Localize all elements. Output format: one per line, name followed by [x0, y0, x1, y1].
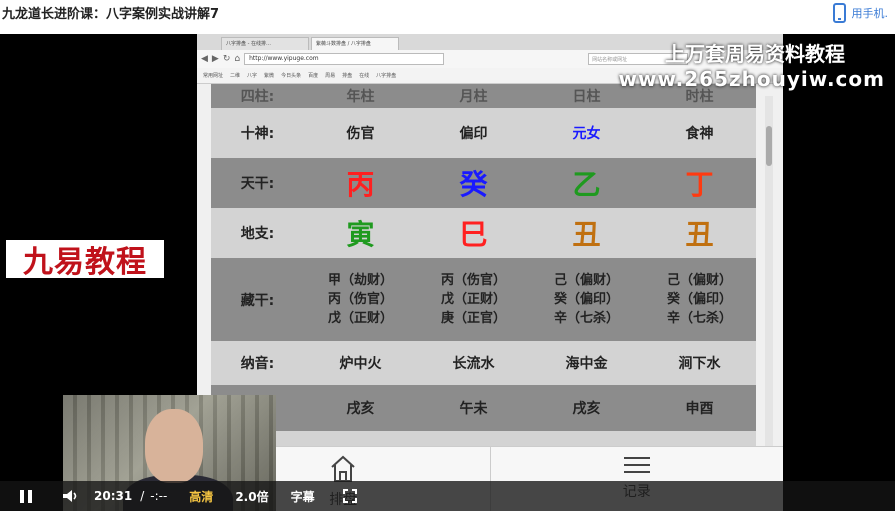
watermark-line1: 上万套周易资料教程 [665, 42, 845, 66]
xunkong-row: 戌亥 午未 戌亥 申酉 [211, 385, 756, 431]
nayin-cell: 海中金 [565, 356, 608, 372]
bookmark: 常用网址 [203, 73, 224, 79]
quality-button[interactable]: 高清 [189, 488, 213, 505]
canggan-cell: 己（偏财） 癸（偏印） 辛（七杀） [530, 271, 643, 328]
tiangan-cell: 乙 [572, 168, 601, 201]
bookmark: 紫微 [264, 73, 275, 79]
dizhi-cell: 巳 [459, 218, 488, 251]
forward-arrow-icon: ▶ [211, 54, 219, 64]
bookmark: 周易 [325, 73, 336, 79]
canggan-row: 藏干: 甲（劫财） 丙（伤官） 戊（正财） 丙（伤官） 戊（正财） 庚（正官） … [211, 258, 756, 341]
row-label: 纳音: [240, 356, 275, 372]
mobile-link-label: 用手机. [851, 7, 889, 20]
recorded-screen: 八字排盘 - 在线排… 紫薇斗数排盘 / 八字排盘 ◀ ▶ ↻ ⌂ http:/… [197, 34, 783, 511]
nayin-cell: 炉中火 [339, 356, 382, 372]
current-time: 20:31 [94, 489, 133, 503]
nayin-row: 纳音: 炉中火 长流水 海中金 涧下水 [211, 341, 756, 385]
fullscreen-icon[interactable] [342, 489, 357, 503]
bookmark: 百度 [308, 73, 319, 79]
logo-badge: 九易教程 [6, 240, 164, 280]
nayin-cell: 长流水 [452, 356, 495, 372]
scroll-thumb [766, 126, 772, 166]
pillar-month: 月柱 [459, 89, 488, 105]
shishen-cell: 伤官 [346, 126, 375, 142]
row-label: 十神: [240, 126, 275, 142]
bookmark: 八字排盘 [376, 73, 397, 79]
bookmark: 排盘 [342, 73, 353, 79]
dizhi-cell: 丑 [685, 218, 714, 251]
canggan-item: 丙（伤官） [440, 273, 506, 288]
canggan-item: 庚（正官） [440, 311, 506, 326]
top-bar: 九龙道长进阶课：八字案例实战讲解7 用手机. [0, 0, 895, 34]
row-label: 藏干: [240, 292, 275, 309]
page-scrollbar [765, 96, 773, 456]
speed-button[interactable]: 2.0倍 [235, 488, 268, 505]
canggan-item: 己（偏财） [553, 273, 619, 288]
bookmark: 八字 [247, 73, 258, 79]
canggan-item: 癸（偏印） [553, 292, 619, 307]
canggan-item: 戊（正财） [440, 292, 506, 307]
logo-text: 九易教程 [23, 245, 147, 280]
canggan-item: 辛（七杀） [553, 311, 619, 326]
bookmark: 今日头条 [281, 73, 302, 79]
browser-tab-active: 紫薇斗数排盘 / 八字排盘 [311, 37, 399, 50]
watermark-line2: www.265zhouyiw.com [618, 67, 885, 91]
canggan-item: 癸（偏印） [666, 292, 732, 307]
address-bar: http://www.yipuge.com [244, 53, 445, 65]
row-label: 地支: [240, 226, 275, 242]
tiangan-cell: 丁 [685, 168, 714, 201]
tiangan-cell: 丙 [346, 168, 375, 201]
presenter-head [145, 409, 203, 483]
dizhi-cell: 寅 [346, 218, 375, 251]
canggan-cell: 己（偏财） 癸（偏印） 辛（七杀） [643, 271, 756, 328]
home-small-icon: ⌂ [234, 54, 241, 64]
volume-icon[interactable] [62, 489, 80, 503]
player-controls: 20:31 / -:-- 高清 2.0倍 字幕 [0, 481, 895, 511]
pause-icon[interactable] [20, 489, 32, 503]
subtitles-button[interactable]: 字幕 [291, 488, 315, 505]
canggan-item: 己（偏财） [666, 273, 732, 288]
nayin-cell: 涧下水 [678, 356, 721, 372]
shishen-cell: 元女 [572, 126, 601, 142]
mobile-link[interactable]: 用手机. [832, 3, 889, 23]
pillar-year: 年柱 [346, 89, 375, 105]
shishen-cell: 偏印 [459, 126, 488, 142]
xunkong-cell: 戌亥 [572, 401, 601, 417]
tiangan-cell: 癸 [459, 168, 488, 201]
video-player[interactable]: 八字排盘 - 在线排… 紫薇斗数排盘 / 八字排盘 ◀ ▶ ↻ ⌂ http:/… [0, 34, 895, 511]
browser-tab: 八字排盘 - 在线排… [221, 37, 309, 50]
home-icon [331, 455, 355, 482]
watermark: 上万套周易资料教程 www.265zhouyiw.com [619, 38, 885, 91]
bazi-chart: 四柱: 年柱 月柱 日柱 时柱 十神: 伤官 偏印 元女 食神 天干: 丙 癸 … [211, 84, 756, 451]
row-label: 天干: [240, 176, 275, 192]
phone-icon [832, 3, 846, 23]
shishen-row: 十神: 伤官 偏印 元女 食神 [211, 108, 756, 158]
bookmark: 二维 [230, 73, 241, 79]
canggan-cell: 丙（伤官） 戊（正财） 庚（正官） [417, 271, 530, 328]
xunkong-cell: 戌亥 [346, 401, 375, 417]
tiangan-row: 天干: 丙 癸 乙 丁 [211, 158, 756, 208]
back-arrow-icon: ◀ [201, 54, 208, 64]
duration: -:-- [150, 489, 168, 503]
dizhi-row: 地支: 寅 巳 丑 丑 [211, 208, 756, 258]
canggan-item: 甲（劫财） [327, 273, 393, 288]
canggan-item: 丙（伤官） [327, 292, 393, 307]
shishen-cell: 食神 [685, 126, 714, 142]
xunkong-cell: 午未 [459, 401, 488, 417]
bookmark: 在线 [359, 73, 370, 79]
row-label: 四柱: [240, 89, 275, 105]
dizhi-cell: 丑 [572, 218, 601, 251]
page-title: 九龙道长进阶课：八字案例实战讲解7 [2, 7, 220, 22]
menu-icon [623, 455, 650, 475]
canggan-item: 戊（正财） [327, 311, 393, 326]
time-separator: / [140, 489, 145, 503]
canggan-cell: 甲（劫财） 丙（伤官） 戊（正财） [304, 271, 417, 328]
canggan-item: 辛（七杀） [666, 311, 732, 326]
xunkong-cell: 申酉 [685, 401, 714, 417]
refresh-icon: ↻ [222, 54, 231, 64]
